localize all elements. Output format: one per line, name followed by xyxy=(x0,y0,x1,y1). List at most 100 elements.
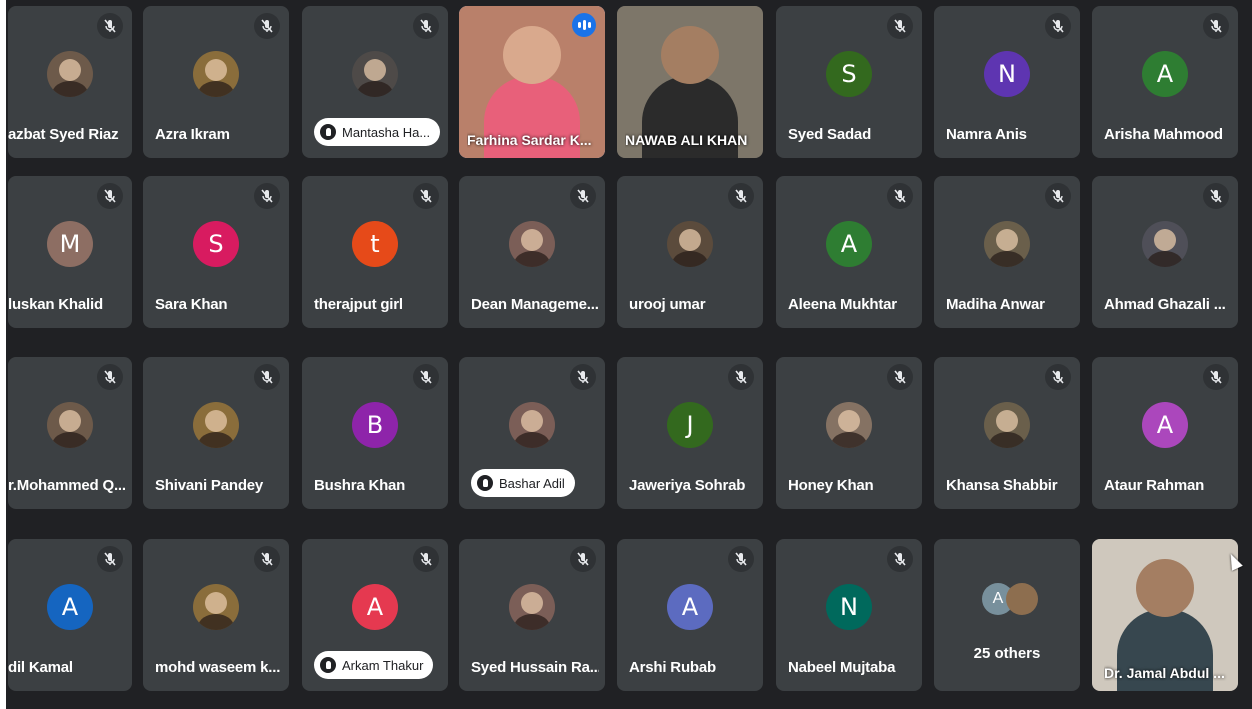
muted-mic-icon xyxy=(97,183,123,209)
speaking-indicator-icon xyxy=(572,13,596,37)
muted-mic-icon xyxy=(1045,13,1071,39)
participant-tile[interactable]: A Arisha Mahmood xyxy=(1092,6,1238,158)
participant-name: dil Kamal xyxy=(8,659,73,676)
participant-tile[interactable]: mohd waseem k... xyxy=(143,539,289,691)
avatar-initial: M xyxy=(47,221,93,267)
avatar-initial: t xyxy=(352,221,398,267)
avatar-initial: J xyxy=(667,402,713,448)
participant-name: mohd waseem k... xyxy=(155,659,281,676)
participant-tile[interactable]: Farhina Sardar K... xyxy=(459,6,605,158)
participant-tile[interactable]: azbat Syed Riaz xyxy=(8,6,132,158)
participant-face xyxy=(661,26,719,84)
participant-name: Namra Anis xyxy=(946,126,1027,143)
participant-name: NAWAB ALI KHAN xyxy=(625,132,748,148)
participant-tile[interactable]: S Syed Sadad xyxy=(776,6,922,158)
participant-name: Shivani Pandey xyxy=(155,477,264,494)
participant-tile[interactable]: Ahmad Ghazali ... xyxy=(1092,176,1238,328)
avatar-photo xyxy=(193,402,239,448)
muted-mic-icon xyxy=(413,364,439,390)
participant-name: Jaweriya Sohrab xyxy=(629,477,746,494)
participant-tile[interactable]: NAWAB ALI KHAN xyxy=(617,6,763,158)
participant-tile[interactable]: Dr. Jamal Abdul ... xyxy=(1092,539,1238,691)
avatar-photo xyxy=(984,221,1030,267)
participant-tile[interactable]: N Namra Anis xyxy=(934,6,1080,158)
participant-tile[interactable]: B Bushra Khan xyxy=(302,357,448,509)
participant-tile[interactable]: Azra Ikram xyxy=(143,6,289,158)
avatar-initial: A xyxy=(667,584,713,630)
muted-mic-icon xyxy=(1203,364,1229,390)
muted-mic-icon xyxy=(887,183,913,209)
participant-name: Mantasha Ha... xyxy=(342,124,431,140)
participant-name-pill: Arkam Thakur xyxy=(314,651,434,679)
muted-mic-icon xyxy=(97,546,123,572)
avatar-initial: N xyxy=(984,51,1030,97)
participant-name: Syed Hussain Ra... xyxy=(471,659,599,676)
muted-mic-icon xyxy=(728,183,754,209)
avatar-photo xyxy=(667,221,713,267)
participant-name: Bashar Adil xyxy=(499,475,565,491)
participant-tile[interactable]: S Sara Khan xyxy=(143,176,289,328)
muted-mic-icon xyxy=(1045,364,1071,390)
muted-mic-icon xyxy=(728,546,754,572)
participant-name: Nabeel Mujtaba xyxy=(788,659,896,676)
participant-tile[interactable]: A 25 others xyxy=(934,539,1080,691)
participant-name: Madiha Anwar xyxy=(946,296,1045,313)
participant-name: azbat Syed Riaz xyxy=(8,126,119,143)
participant-name-pill: Mantasha Ha... xyxy=(314,118,441,146)
muted-mic-icon xyxy=(254,13,280,39)
participant-name: Ataur Rahman xyxy=(1104,477,1205,494)
muted-mic-icon xyxy=(254,546,280,572)
participant-tile[interactable]: N Nabeel Mujtaba xyxy=(776,539,922,691)
participant-tile[interactable]: Madiha Anwar xyxy=(934,176,1080,328)
avatar-photo xyxy=(509,584,555,630)
pin-icon xyxy=(320,124,336,140)
participant-name: Bushra Khan xyxy=(314,477,406,494)
participant-tile[interactable]: Adil Kamal xyxy=(8,539,132,691)
muted-mic-icon xyxy=(254,183,280,209)
participant-tile[interactable]: Syed Hussain Ra... xyxy=(459,539,605,691)
participant-tile[interactable]: A Arkam Thakur xyxy=(302,539,448,691)
participant-tile[interactable]: A Arshi Rubab xyxy=(617,539,763,691)
participant-grid: azbat Syed Riaz Azra Ikram Mantasha Ha... F… xyxy=(6,0,1252,709)
muted-mic-icon xyxy=(570,183,596,209)
muted-mic-icon xyxy=(570,364,596,390)
participant-name: Farhina Sardar K... xyxy=(467,132,592,148)
avatar-photo xyxy=(193,51,239,97)
avatar-initial: A xyxy=(352,584,398,630)
participant-name: Arkam Thakur xyxy=(342,657,424,673)
avatar-initial: N xyxy=(826,584,872,630)
participant-tile[interactable]: t therajput girl xyxy=(302,176,448,328)
participant-tile[interactable]: Shivani Pandey xyxy=(143,357,289,509)
muted-mic-icon xyxy=(728,364,754,390)
muted-mic-icon xyxy=(97,13,123,39)
participant-tile[interactable]: A Aleena Mukhtar xyxy=(776,176,922,328)
participant-tile[interactable]: urooj umar xyxy=(617,176,763,328)
muted-mic-icon xyxy=(1203,183,1229,209)
participant-name: Dr. Jamal Abdul ... xyxy=(1104,665,1225,681)
pin-icon xyxy=(477,475,493,491)
avatar-photo xyxy=(509,402,555,448)
avatar-initial: A xyxy=(47,584,93,630)
avatar-initial: A xyxy=(1142,402,1188,448)
participant-tile[interactable]: Honey Khan xyxy=(776,357,922,509)
muted-mic-icon xyxy=(570,546,596,572)
participant-tile[interactable]: Mantasha Ha... xyxy=(302,6,448,158)
muted-mic-icon xyxy=(1045,183,1071,209)
participant-name: Sara Khan xyxy=(155,296,228,313)
participant-tile[interactable]: A Ataur Rahman xyxy=(1092,357,1238,509)
others-avatar-photo xyxy=(1006,583,1038,615)
muted-mic-icon xyxy=(254,364,280,390)
participant-tile[interactable]: Mluskan Khalid xyxy=(8,176,132,328)
participant-tile[interactable]: Khansa Shabbir xyxy=(934,357,1080,509)
avatar-initial: A xyxy=(1142,51,1188,97)
participant-name: Honey Khan xyxy=(788,477,874,494)
participant-tile[interactable]: J Jaweriya Sohrab xyxy=(617,357,763,509)
participant-name: Azra Ikram xyxy=(155,126,230,143)
avatar-photo xyxy=(193,584,239,630)
participant-tile[interactable]: Bashar Adil xyxy=(459,357,605,509)
participant-name: r.Mohammed Q... xyxy=(8,477,126,494)
participant-tile[interactable]: r.Mohammed Q... xyxy=(8,357,132,509)
participant-tile[interactable]: Dean Manageme... xyxy=(459,176,605,328)
muted-mic-icon xyxy=(97,364,123,390)
participant-name: therajput girl xyxy=(314,296,403,313)
